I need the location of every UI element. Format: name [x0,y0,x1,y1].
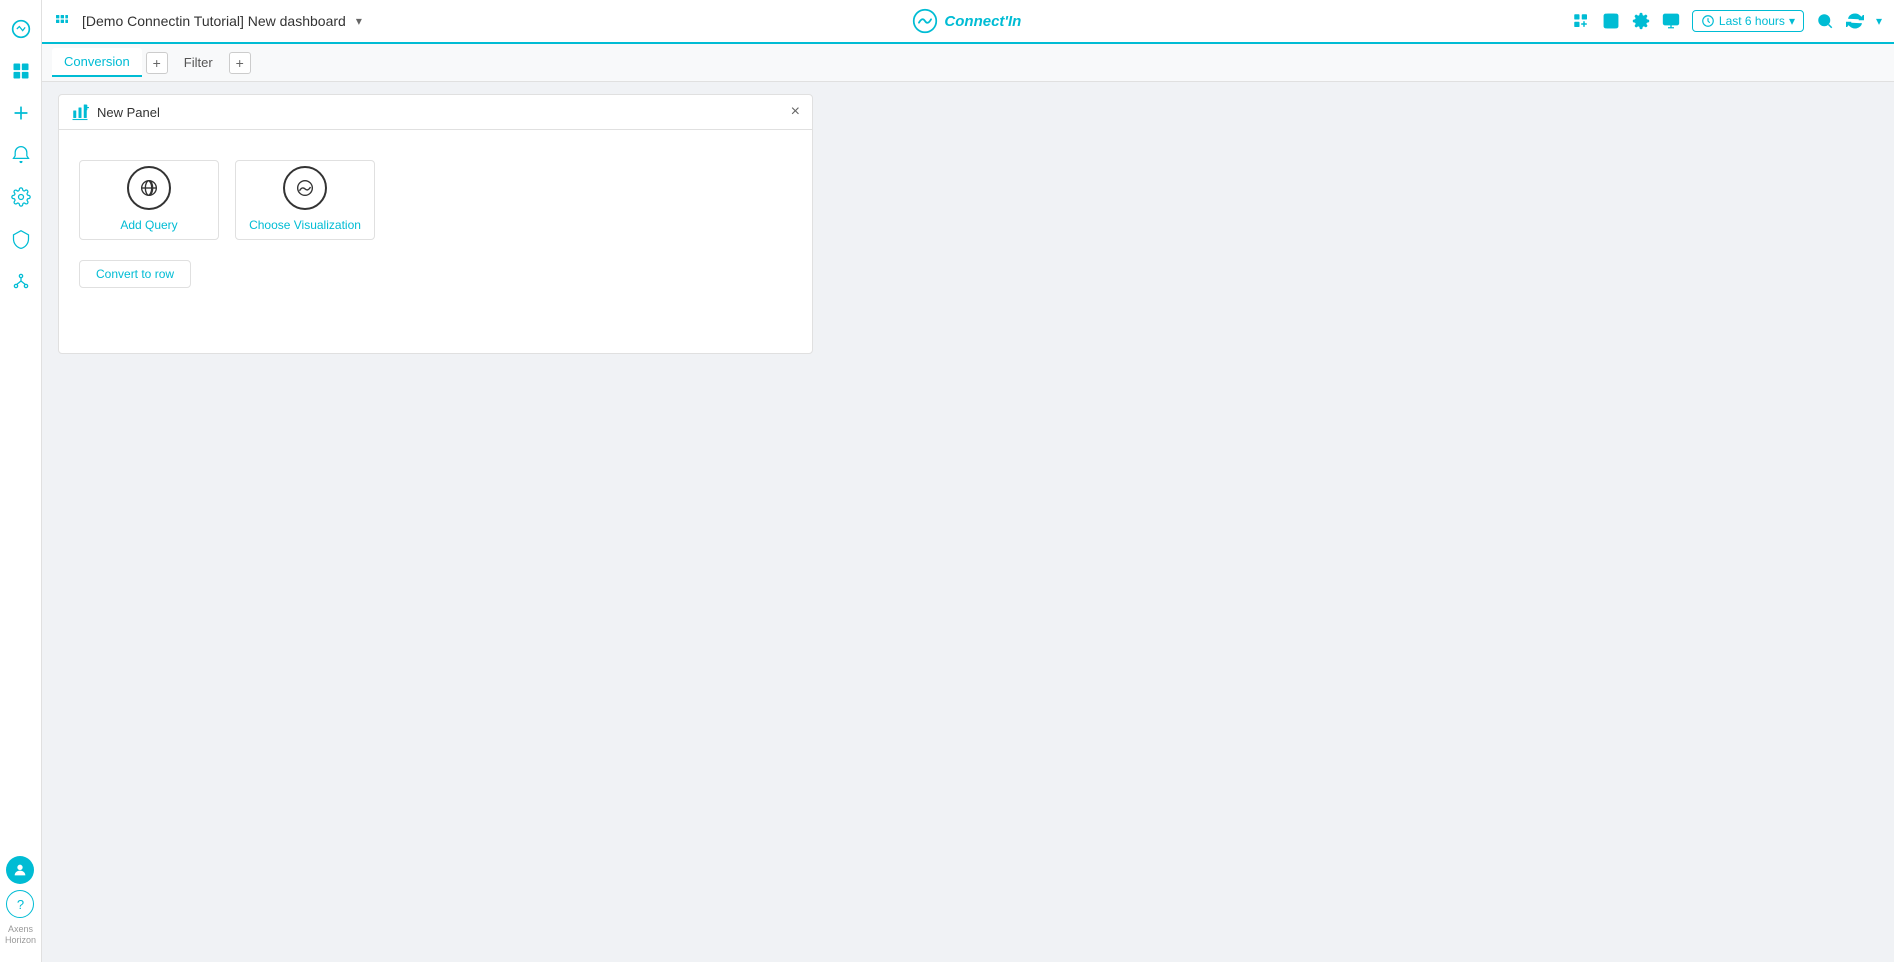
save-icon[interactable] [1602,12,1620,30]
add-filter-button[interactable]: + [229,52,251,74]
sidebar: ? Axens Horizon [0,0,42,962]
search-icon[interactable] [1816,12,1834,30]
page-title: [Demo Connectin Tutorial] New dashboard [82,13,346,29]
panel-body: Add Query Choose Visualization Conver [59,130,812,318]
user-avatar[interactable] [6,856,34,884]
help-button[interactable]: ? [6,890,34,918]
sidebar-item-dashboard[interactable] [3,53,39,89]
panel-title: New Panel [97,105,160,120]
panel-add-chart-icon [71,103,89,121]
tab-filter[interactable]: Filter [172,49,225,76]
panel-header: New Panel × [59,95,812,130]
choose-visualization-option[interactable]: Choose Visualization [235,160,375,240]
sidebar-item-notifications[interactable] [3,137,39,173]
panel-close-button[interactable]: × [791,104,800,120]
time-range-picker[interactable]: Last 6 hours ▾ [1692,10,1804,32]
monitor-icon[interactable] [1662,12,1680,30]
panel-options: Add Query Choose Visualization [79,160,375,240]
choose-visualization-label: Choose Visualization [249,218,361,234]
topbar-right-actions: Last 6 hours ▾ ▾ [1572,10,1882,32]
tab-conversion[interactable]: Conversion [52,48,142,77]
add-panel-icon[interactable] [1572,12,1590,30]
sidebar-item-settings[interactable] [3,179,39,215]
sidebar-item-add[interactable] [3,95,39,131]
chart-icon [283,166,327,210]
sidebar-bottom: ? Axens Horizon [5,856,36,954]
brand-logo-topbar: Connect'In [912,8,1021,34]
query-icon [127,166,171,210]
convert-to-row-button[interactable]: Convert to row [79,260,191,288]
sidebar-logo-icon[interactable] [3,11,39,47]
tabbar: Conversion + Filter + [42,44,1894,82]
panel-header-left: New Panel [71,103,160,121]
main-area: [Demo Connectin Tutorial] New dashboard … [42,0,1894,962]
settings-icon[interactable] [1632,12,1650,30]
panel-card: New Panel × [58,94,813,354]
add-query-option[interactable]: Add Query [79,160,219,240]
refresh-icon[interactable] [1846,12,1864,30]
topbar-center: Connect'In [370,8,1564,34]
add-tab-button[interactable]: + [146,52,168,74]
sidebar-item-security[interactable] [3,221,39,257]
add-query-label: Add Query [120,218,177,234]
topbar: [Demo Connectin Tutorial] New dashboard … [42,0,1894,44]
more-options-icon[interactable]: ▾ [1876,14,1882,28]
brand-logo: Axens Horizon [5,924,36,946]
sidebar-item-network[interactable] [3,263,39,299]
title-dropdown-arrow[interactable]: ▾ [356,14,362,28]
content-area: New Panel × [42,82,1894,962]
dashboard-grid-icon [54,13,70,29]
